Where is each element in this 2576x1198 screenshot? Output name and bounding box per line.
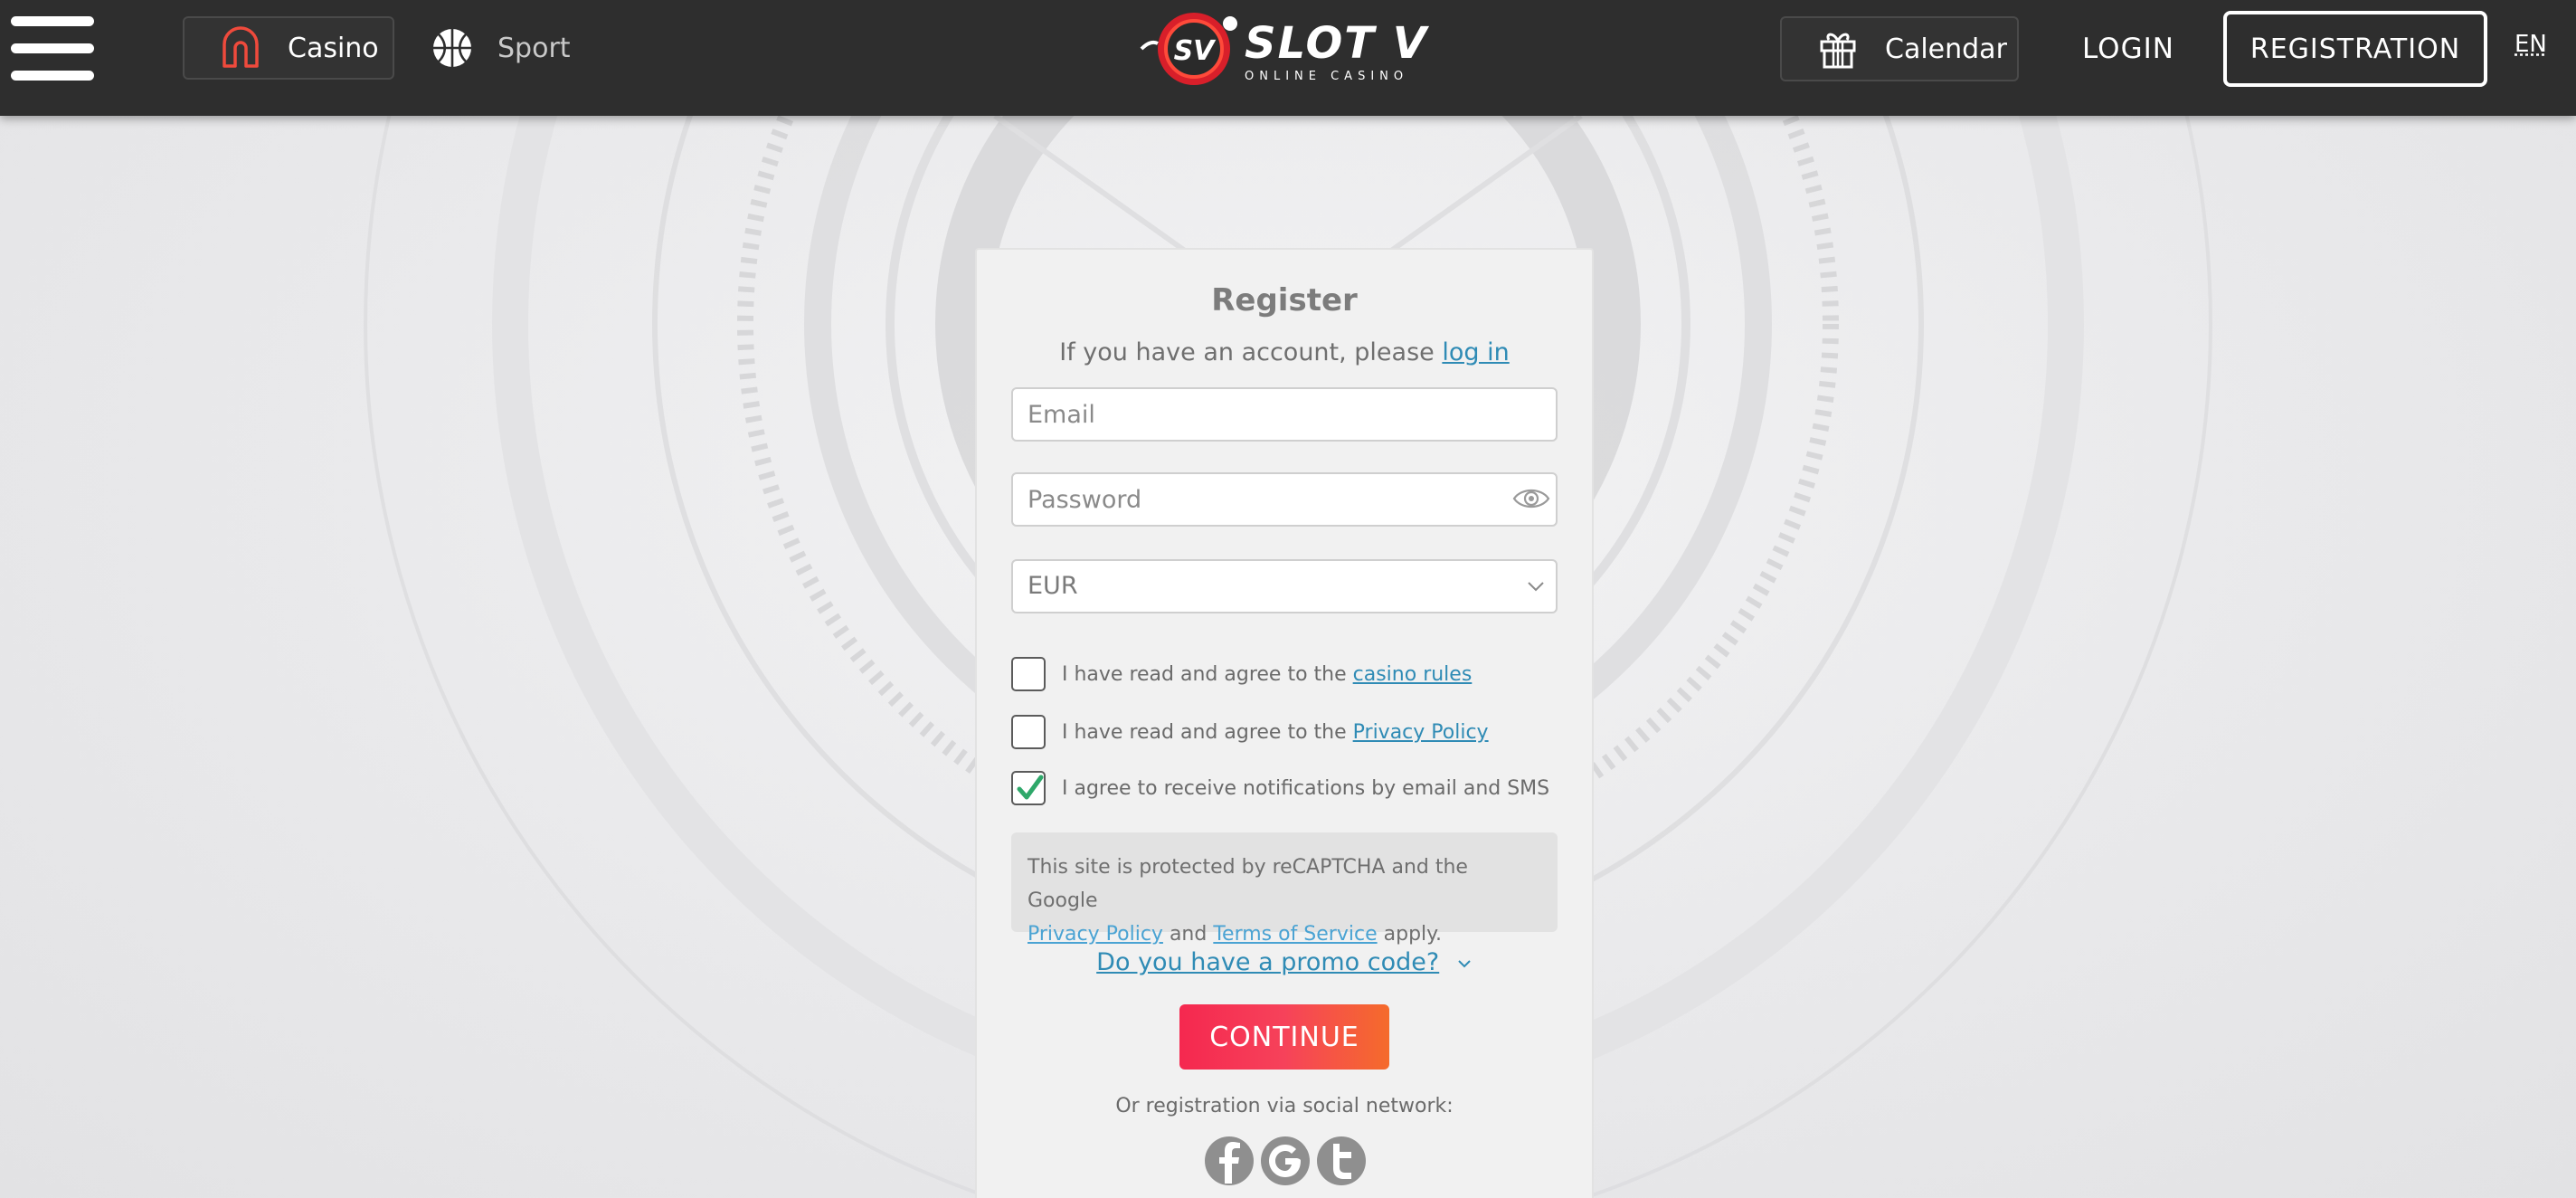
google-icon — [1269, 1145, 1301, 1177]
facebook-login-button[interactable] — [1205, 1136, 1254, 1185]
casino-rules-link[interactable]: casino rules — [1353, 663, 1473, 686]
checkmark-icon — [1017, 775, 1044, 800]
recaptcha-notice: This site is protected by reCAPTCHA and … — [1011, 832, 1558, 946]
recaptcha-apply: apply. — [1383, 923, 1443, 946]
registration-button[interactable]: REGISTRATION — [2223, 11, 2487, 87]
recaptcha-and: and — [1169, 923, 1208, 946]
calendar-button[interactable]: Calendar — [1780, 16, 2019, 81]
calendar-label: Calendar — [1885, 33, 2007, 65]
notifications-agreement: I agree to receive notifications by emai… — [1011, 769, 1549, 807]
nav-tab-casino-label: Casino — [288, 32, 379, 64]
privacy-policy-checkbox[interactable] — [1011, 715, 1046, 749]
casino-rules-agreement: I have read and agree to the casino rule… — [1011, 655, 1472, 693]
privacy-policy-text: I have read and agree to the — [1062, 720, 1347, 744]
casino-rules-label: I have read and agree to the casino rule… — [1062, 663, 1472, 686]
casino-arch-icon — [223, 26, 259, 68]
nav-tab-sport[interactable]: Sport — [431, 16, 571, 80]
register-subtitle: If you have an account, please log in — [977, 338, 1592, 366]
casino-rules-text: I have read and agree to the — [1062, 662, 1347, 686]
currency-value: EUR — [1028, 572, 1078, 600]
twitter-icon — [1333, 1144, 1351, 1179]
login-link[interactable]: log in — [1442, 338, 1509, 366]
show-password-eye-icon[interactable] — [1512, 485, 1550, 512]
top-navigation-bar: Casino Sport SV SLOT V ONLINE CASINO Cal… — [0, 0, 2576, 116]
recaptcha-line2: Privacy Policy and Terms of Service appl… — [1028, 918, 1541, 951]
google-terms-link[interactable]: Terms of Service — [1213, 923, 1377, 946]
notifications-label: I agree to receive notifications by emai… — [1062, 776, 1550, 800]
logo-tagline: ONLINE CASINO — [1245, 70, 1408, 83]
register-title: Register — [1211, 282, 1358, 319]
continue-button[interactable]: CONTINUE — [1179, 1004, 1389, 1070]
privacy-policy-label: I have read and agree to the Privacy Pol… — [1062, 721, 1489, 744]
language-selector[interactable]: EN — [2514, 31, 2547, 58]
privacy-policy-agreement: I have read and agree to the Privacy Pol… — [1011, 713, 1489, 751]
slotv-logo[interactable]: SV SLOT V ONLINE CASINO — [1132, 5, 1449, 90]
logo-badge-text: SV — [1174, 35, 1217, 67]
nav-tab-sport-label: Sport — [497, 32, 571, 64]
recaptcha-line1: This site is protected by reCAPTCHA and … — [1028, 856, 1468, 912]
google-privacy-link[interactable]: Privacy Policy — [1028, 923, 1163, 946]
facebook-icon — [1219, 1142, 1240, 1184]
logo-wordmark: SLOT V — [1245, 18, 1430, 69]
promo-code-link[interactable]: Do you have a promo code? — [1096, 948, 1439, 976]
login-button[interactable]: LOGIN — [2082, 25, 2174, 72]
chevron-down-icon — [1528, 582, 1544, 592]
email-input[interactable] — [1011, 387, 1558, 442]
social-registration-text: Or registration via social network: — [1115, 1095, 1454, 1117]
register-card: Register If you have an account, please … — [975, 248, 1594, 1198]
currency-select[interactable]: EUR — [1011, 559, 1558, 613]
password-input[interactable] — [1011, 472, 1558, 527]
twitter-login-button[interactable] — [1317, 1136, 1366, 1185]
casino-rules-checkbox[interactable] — [1011, 657, 1046, 691]
basketball-icon — [433, 29, 471, 67]
gift-icon — [1820, 33, 1856, 69]
subtitle-text: If you have an account, please — [1059, 338, 1435, 366]
google-login-button[interactable] — [1261, 1136, 1310, 1185]
privacy-policy-link[interactable]: Privacy Policy — [1353, 721, 1489, 744]
chevron-down-icon — [1458, 960, 1471, 968]
hamburger-menu-icon[interactable] — [11, 14, 96, 83]
notifications-checkbox[interactable] — [1011, 771, 1046, 805]
nav-tab-casino[interactable]: Casino — [183, 16, 394, 80]
promo-code-toggle[interactable]: Do you have a promo code? — [977, 948, 1592, 976]
